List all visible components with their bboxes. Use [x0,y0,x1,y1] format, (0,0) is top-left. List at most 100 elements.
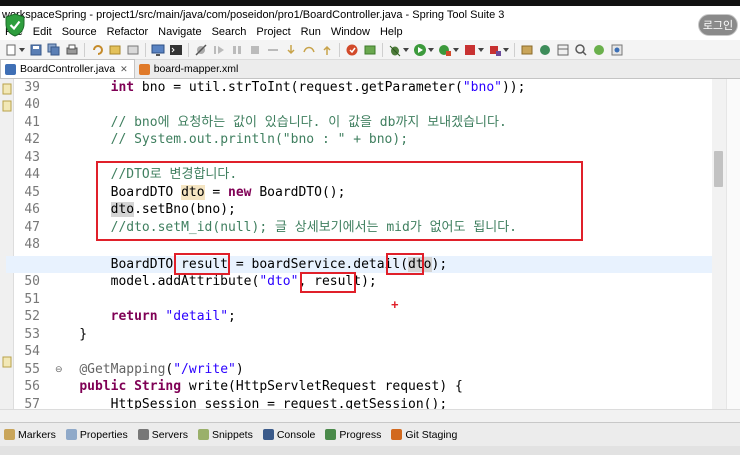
code-line-49: BoardDTO result = boardService.detail(dt… [48,257,448,272]
save-icon[interactable] [29,43,43,57]
java-perspective-icon[interactable] [610,43,624,57]
step-into-icon[interactable] [284,43,298,57]
scrollbar-thumb[interactable] [714,151,723,187]
menu-search[interactable]: Search [207,24,252,40]
view-tab-label: Servers [151,428,188,441]
coverage-dropdown-icon[interactable] [453,47,459,52]
step-return-icon[interactable] [320,43,334,57]
toolbar-separator [84,42,85,57]
menu-window[interactable]: Window [326,24,375,40]
line-number: 44 [24,167,40,182]
run-dropdown-icon[interactable] [428,47,434,52]
toolbar-separator [382,42,383,57]
line-number: 53 [24,327,40,342]
menu-run[interactable]: Run [296,24,326,40]
menu-source[interactable]: Source [57,24,102,40]
external-tools-icon[interactable] [463,43,477,57]
line-number: 47 [24,220,40,235]
code-line-56: public String write(HttpServletRequest r… [79,379,463,394]
open-task-icon[interactable] [126,43,140,57]
line-number: 57 [24,397,40,409]
editor-ruler [0,79,14,409]
annotation-box-dto-arg [386,253,424,275]
line-number: 46 [24,202,40,217]
disconnect-icon[interactable] [266,43,280,57]
view-tab-properties[interactable]: Properties [65,428,128,441]
menu-bar: File Edit Source Refactor Navigate Searc… [0,24,740,40]
view-tab-label: Properties [79,428,128,441]
markers-icon [4,429,15,440]
suspend-icon[interactable] [230,43,244,57]
line-number: 40 [24,97,40,112]
view-tab-progress[interactable]: Progress [325,429,381,441]
view-tab-label: Progress [339,428,382,441]
view-tab-label: Snippets [211,428,253,441]
code-line-41: // bno에 요청하는 값이 있습니다. 이 값을 db까지 보내겠습니다. [110,115,507,130]
menu-project[interactable]: Project [251,24,295,40]
toolbar-separator [514,42,515,57]
undo-icon[interactable] [90,43,104,57]
open-perspective-icon[interactable] [556,43,570,57]
debug-icon[interactable] [388,43,402,57]
new-server-dropdown-icon[interactable] [503,47,509,52]
code-editor[interactable]: 39 40 41 42 43 44 45 46 47 48 49 50 51 5… [0,79,740,409]
menu-refactor[interactable]: Refactor [102,24,154,40]
save-all-icon[interactable] [47,43,61,57]
menu-edit[interactable]: Edit [28,24,57,40]
new-java-class-icon[interactable] [538,43,552,57]
view-tab-label: Markers [18,428,56,441]
tab-board-mapper[interactable]: board-mapper.xml [135,60,245,78]
view-tab-label: Console [276,428,316,441]
bookmark-icon [2,100,12,112]
view-tab-console[interactable]: Console [262,428,316,441]
server-status-icon[interactable] [363,43,377,57]
tab-board-controller[interactable]: BoardController.java ✕ [0,59,135,78]
line-number: 50 [24,274,40,289]
debug-dropdown-icon[interactable] [403,47,409,52]
git-staging-icon [391,429,403,440]
vertical-scrollbar[interactable] [712,79,726,409]
view-tab-label: Git Staging [405,428,458,441]
step-over-icon[interactable] [302,43,316,57]
line-number: 42 [24,132,40,147]
skip-breakpoints-icon[interactable] [194,43,208,57]
bookmark-icon [2,83,12,95]
login-button[interactable]: 로그인 [698,14,738,36]
line-number: 51 [24,292,40,307]
view-tab-git-staging[interactable]: Git Staging [391,429,457,441]
new-server-icon[interactable] [488,43,502,57]
close-icon[interactable]: ✕ [120,64,128,75]
line-number: 48 [24,237,40,252]
print-icon[interactable] [65,43,79,57]
monitor-icon[interactable] [151,43,165,57]
search-icon[interactable] [574,43,588,57]
resume-icon[interactable] [212,43,226,57]
toolbar-separator [188,42,189,57]
spring-perspective-icon[interactable] [592,43,606,57]
external-tools-dropdown-icon[interactable] [478,47,484,52]
shield-icon [5,13,25,37]
view-tab-markers[interactable]: Markers [4,429,56,441]
code-line-42: // System.out.println("bno : " + bno); [110,132,409,147]
coverage-icon[interactable] [438,43,452,57]
open-type-icon[interactable] [108,43,122,57]
terminate-icon[interactable] [248,43,262,57]
new-file-icon[interactable] [4,43,18,57]
run-icon[interactable] [413,43,427,57]
horizontal-scrollbar[interactable] [0,409,740,422]
view-tab-servers[interactable]: Servers [137,428,188,441]
menu-help[interactable]: Help [375,24,408,40]
status-bar [0,446,740,455]
tab-label: BoardController.java [20,63,116,75]
view-tab-snippets[interactable]: Snippets [197,428,253,441]
new-dropdown-icon[interactable] [19,47,25,52]
toolbar-separator [339,42,340,57]
menu-navigate[interactable]: Navigate [153,24,206,40]
tab-label: board-mapper.xml [153,63,239,75]
spring-boot-icon[interactable] [345,43,359,57]
new-java-package-icon[interactable] [520,43,534,57]
terminal-icon[interactable] [169,43,183,57]
code-line-53: } [48,327,88,342]
code-line-52: return "detail"; [110,309,236,324]
